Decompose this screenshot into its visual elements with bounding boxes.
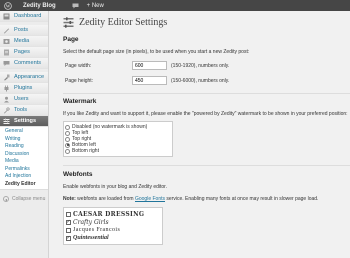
sidebar-item-posts[interactable]: Posts [0,25,48,36]
page-width-row: Page width: (150-1920), numbers only. [63,61,350,70]
watermark-option-bottom-right[interactable]: Bottom right [65,148,171,154]
collapse-menu-button[interactable]: ◂ Collapse menu [0,196,48,202]
font-option-quintessential[interactable]: ✓ Quintessential [66,234,160,242]
radio-button[interactable] [65,124,70,130]
submenu-item-media[interactable]: Media [0,158,48,166]
appearance-icon [3,74,10,81]
note-label: Note: [63,196,76,202]
admin-bar: W Zedity Blog + New [0,0,350,11]
sidebar-item-label: Posts [14,27,28,33]
main-content: Zedity Editor Settings Page Select the d… [63,11,350,258]
submenu-item-general[interactable]: General [0,128,48,136]
watermark-description: If you like Zedity and want to support i… [63,111,348,117]
checkbox[interactable] [66,227,71,233]
page-width-label: Page width: [65,62,92,69]
radio-button[interactable] [65,148,70,154]
font-name: Jacques Francois [73,227,121,233]
sidebar-item-label: Appearance [14,74,45,80]
sidebar-item-settings[interactable]: Settings [0,116,48,127]
admin-sidebar: Dashboard Posts Media Pages Comments App… [0,11,49,258]
sidebar-item-tools[interactable]: Tools [0,105,48,116]
section-divider [63,93,350,94]
checkbox-checked[interactable]: ✓ [66,235,71,241]
settings-icon [3,118,10,125]
new-content-link[interactable]: + New [87,3,104,9]
sidebar-item-label: Dashboard [14,13,42,19]
page-section-heading: Page [63,36,79,43]
section-divider [63,165,350,166]
submenu-item-discussion[interactable]: Discussion [0,151,48,159]
page-height-label: Page height: [65,77,94,84]
page-title: Zedity Editor Settings [79,17,168,28]
radio-button-selected[interactable] [65,142,70,148]
note-text-post: service. Enabling many fonts at once may… [166,196,319,202]
tools-icon [3,106,10,114]
sidebar-item-appearance[interactable]: Appearance [0,72,48,83]
sidebar-item-label: Pages [14,49,30,55]
wordpress-logo-icon[interactable]: W [3,1,12,10]
font-option-caesar-dressing[interactable]: CAESAR DRESSING [66,210,160,218]
pages-icon [3,49,10,56]
collapse-menu-label: Collapse menu [12,196,46,202]
page-height-input[interactable] [132,76,167,85]
font-name: Quintessential [73,235,109,241]
submenu-item-writing[interactable]: Writing [0,136,48,144]
sidebar-item-label: Tools [14,107,28,113]
sidebar-item-label: Users [14,96,29,102]
page-height-hint: (150-6000), numbers only. [171,77,230,84]
google-fonts-link[interactable]: Google Fonts [135,196,165,202]
webfonts-section-heading: Webfonts [63,171,93,178]
submenu-item-permalinks[interactable]: Permalinks [0,166,48,174]
sidebar-item-media[interactable]: Media [0,36,48,47]
checkbox[interactable] [66,211,71,217]
watermark-section-heading: Watermark [63,98,97,105]
plugins-icon [3,85,10,92]
sidebar-item-users[interactable]: Users [0,94,48,105]
submenu-item-reading[interactable]: Reading [0,143,48,151]
sidebar-item-label: Comments [14,60,42,66]
font-option-crafty-girls[interactable]: ✓ Crafty Girls [66,218,160,226]
users-icon [3,96,10,103]
sidebar-item-label: Plugins [14,85,33,91]
note-text-pre: webfonts are loaded from [77,196,134,202]
webfonts-list: CAESAR DRESSING ✓ Crafty Girls Jacques Fr… [63,207,163,245]
page-width-input[interactable] [132,61,167,70]
page-header: Zedity Editor Settings [63,17,350,28]
sidebar-item-pages[interactable]: Pages [0,47,48,58]
font-name: CAESAR DRESSING [73,210,145,218]
webfonts-note: Note: webfonts are loaded from Google Fo… [63,196,350,202]
sidebar-item-dashboard[interactable]: Dashboard [0,11,48,22]
posts-icon [3,27,10,34]
webfonts-description: Enable webfonts in your blog and Zedity … [63,184,167,190]
submenu-item-ad-injection[interactable]: Ad Injection [0,173,48,181]
media-icon [3,38,10,45]
radio-button[interactable] [65,136,70,142]
submenu-item-zedity-editor[interactable]: Zedity Editor [0,181,48,189]
settings-submenu: General Writing Reading Discussion Media… [0,127,48,190]
dashboard-icon [3,13,10,20]
settings-page-icon [63,17,74,28]
site-title-link[interactable]: Zedity Blog [23,3,56,9]
page-width-hint: (150-1920), numbers only. [171,62,230,69]
comments-icon [3,60,10,67]
watermark-options: Disabled (no watermark is shown) Top lef… [63,121,173,157]
sidebar-item-comments[interactable]: Comments [0,58,48,69]
font-name: Crafty Girls [73,218,109,226]
comments-bubble-icon[interactable] [72,3,79,9]
checkbox-checked[interactable]: ✓ [66,219,71,225]
font-option-jacques-francois[interactable]: Jacques Francois [66,226,160,234]
page-section-description: Select the default page size (in pixels)… [63,49,250,55]
page-height-row: Page height: (150-6000), numbers only. [63,76,350,85]
sidebar-item-plugins[interactable]: Plugins [0,83,48,94]
sidebar-item-label: Media [14,38,30,44]
svg-text:W: W [5,3,10,8]
sidebar-item-label: Settings [14,118,37,124]
collapse-arrow-icon: ◂ [3,196,9,202]
radio-button[interactable] [65,130,70,136]
radio-label: Bottom right [72,148,99,154]
